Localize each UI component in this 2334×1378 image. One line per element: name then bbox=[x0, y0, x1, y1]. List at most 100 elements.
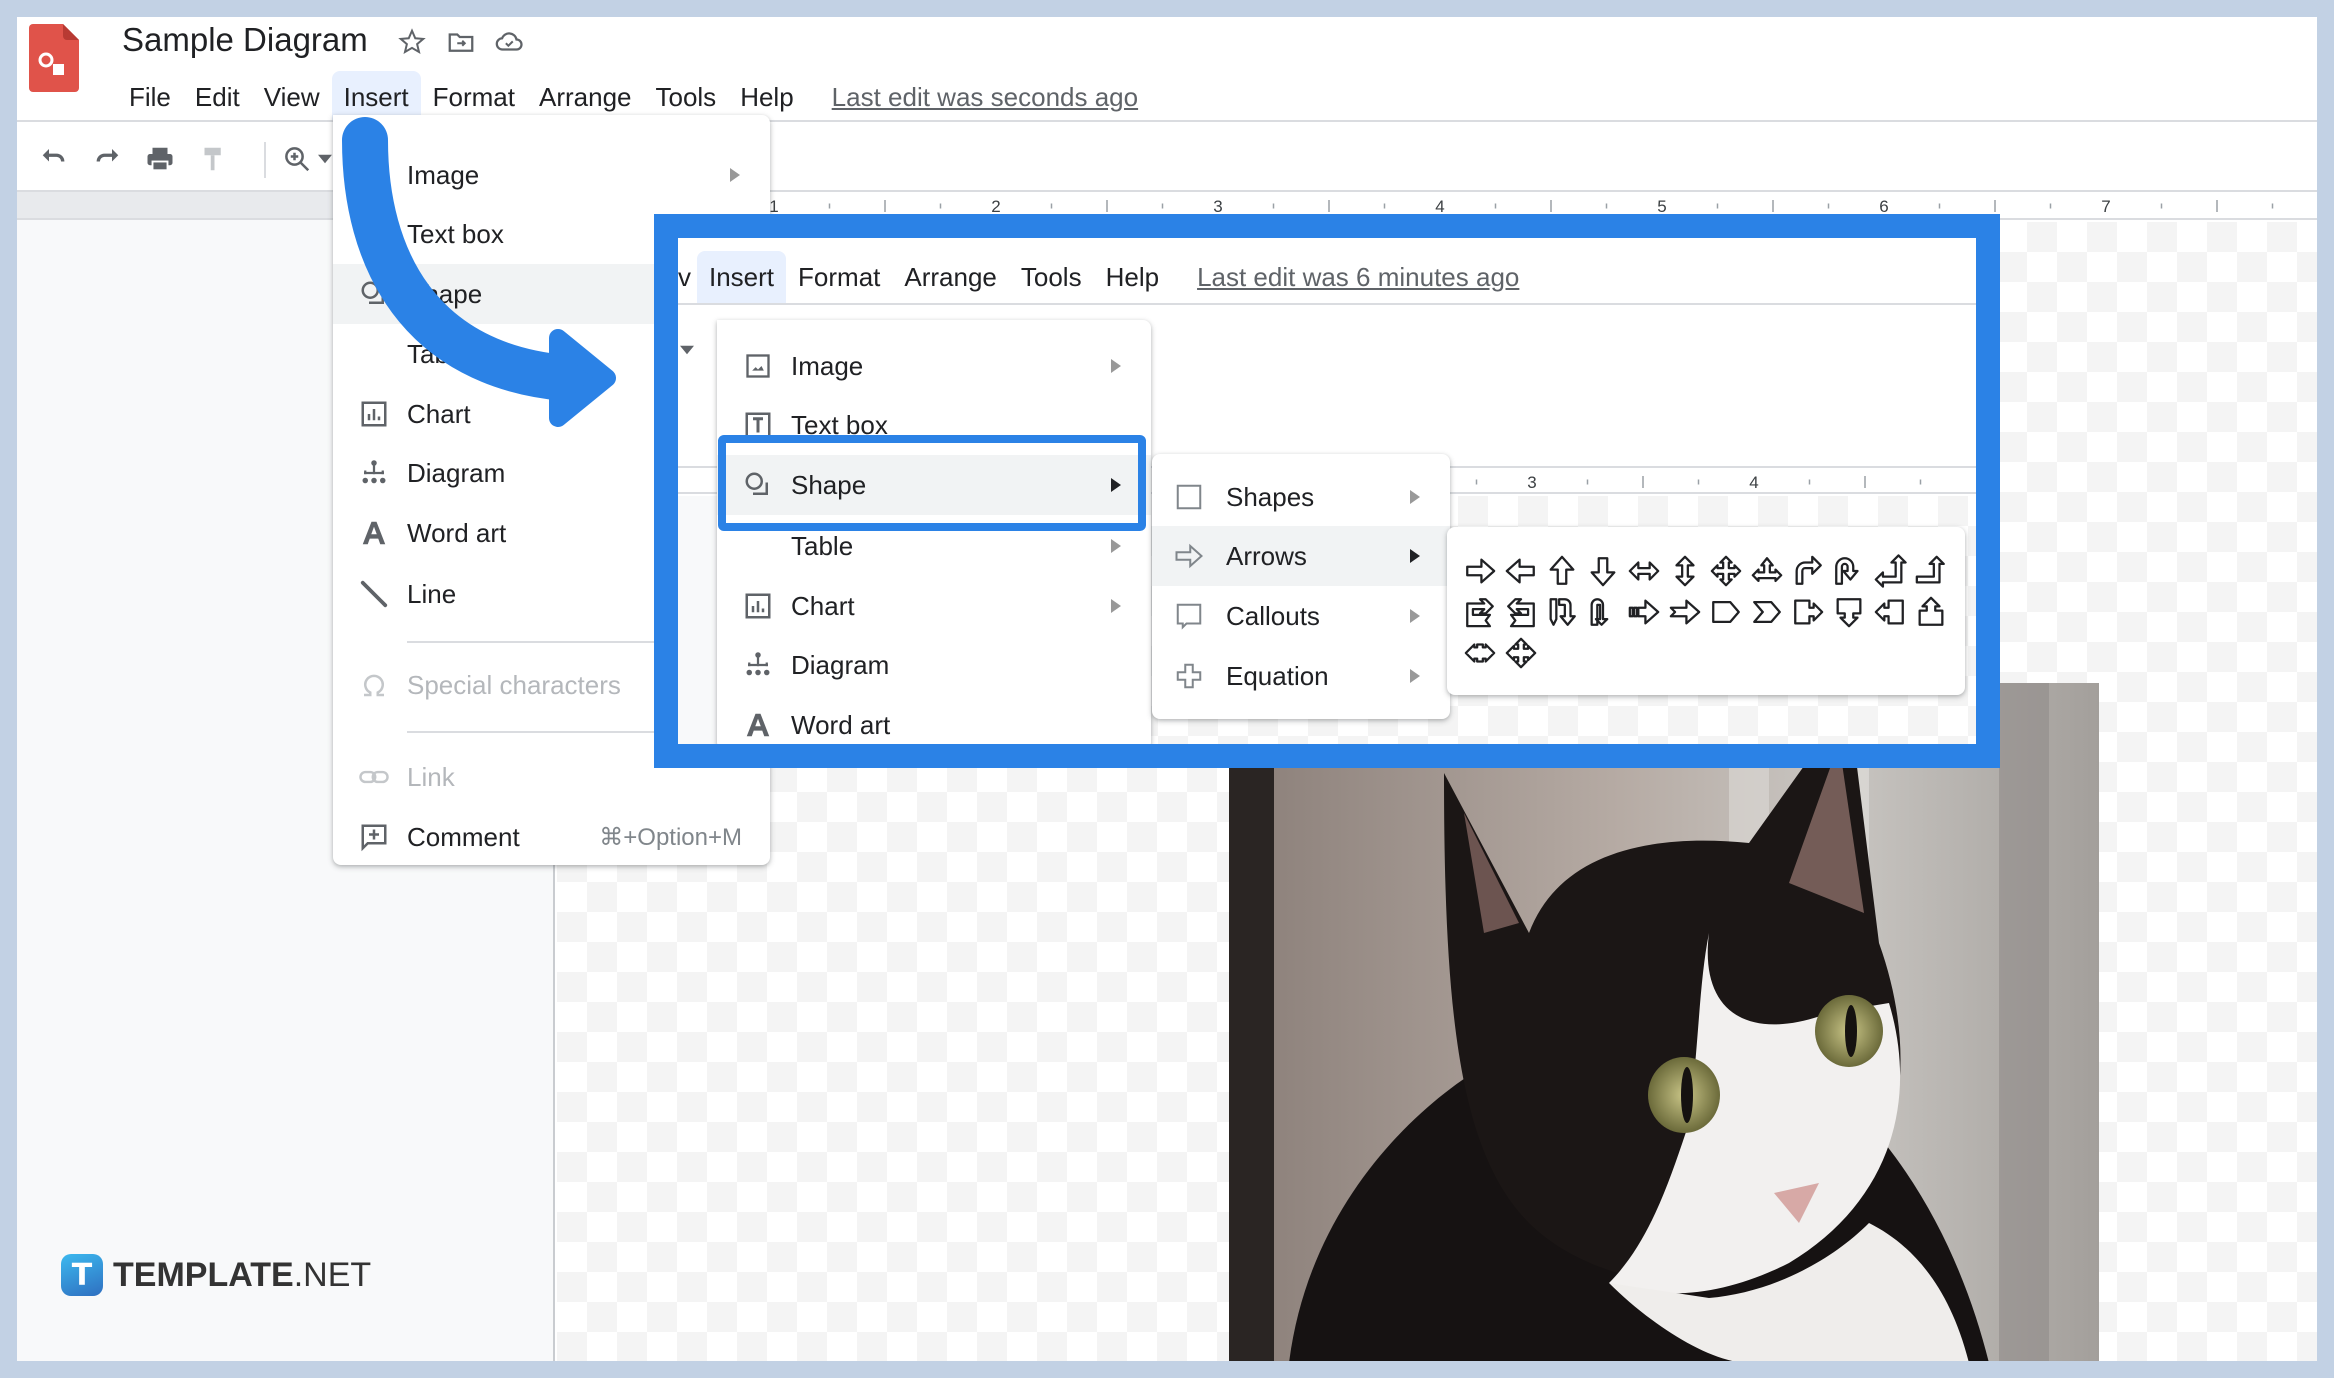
inset-header-divider bbox=[678, 303, 1976, 305]
left-right-up-arrow-shape-icon[interactable] bbox=[1750, 554, 1784, 588]
zoom-dropdown-icon[interactable] bbox=[318, 152, 332, 166]
cloud-status-icon[interactable] bbox=[494, 27, 524, 57]
quad-arrow-shape-icon[interactable] bbox=[1709, 554, 1743, 588]
left-right-arrow-shape-icon[interactable] bbox=[1627, 554, 1661, 588]
left-arrow-callout-shape-icon[interactable] bbox=[1873, 595, 1907, 629]
template-net-badge-icon: T bbox=[61, 1254, 103, 1296]
submenu-arrow-icon bbox=[1111, 539, 1121, 553]
curved-down-arrow-shape-icon[interactable] bbox=[1545, 595, 1579, 629]
redo-icon[interactable] bbox=[90, 144, 124, 174]
submenu-arrow-icon bbox=[1111, 599, 1121, 613]
arrow-outline-icon bbox=[1172, 539, 1206, 573]
link-icon bbox=[357, 760, 391, 794]
comment-icon bbox=[357, 820, 391, 854]
cat-photo[interactable] bbox=[1229, 683, 2099, 1361]
inset-menu-help[interactable]: Help bbox=[1094, 251, 1171, 303]
bent-up-arrow-shape-icon[interactable] bbox=[1914, 554, 1948, 588]
submenu-arrow-icon bbox=[1410, 490, 1420, 504]
up-arrow-shape-icon[interactable] bbox=[1545, 554, 1579, 588]
chevron-shape-icon[interactable] bbox=[1750, 595, 1784, 629]
left-right-arrow-callout-shape-icon[interactable] bbox=[1463, 636, 1497, 670]
app-window: Sample Diagram File Edit View Insert For… bbox=[17, 17, 2317, 1361]
submenu-arrow-icon bbox=[1111, 359, 1121, 373]
zoom-icon[interactable] bbox=[280, 144, 314, 174]
shape-submenu-item-shapes[interactable]: Shapes bbox=[1152, 467, 1450, 527]
inset-content: v Insert Format Arrange Tools Help Last … bbox=[678, 238, 1976, 744]
curved-left-arrow-shape-icon[interactable] bbox=[1504, 595, 1538, 629]
shape-submenu-item-arrows[interactable]: Arrows bbox=[1152, 526, 1450, 586]
line-icon bbox=[357, 577, 391, 611]
pentagon-shape-icon[interactable] bbox=[1709, 595, 1743, 629]
square-icon bbox=[1172, 480, 1206, 514]
last-edit-status-link[interactable]: Last edit was seconds ago bbox=[832, 82, 1138, 113]
word-art-icon bbox=[741, 708, 775, 742]
submenu-arrow-icon bbox=[730, 168, 740, 182]
left-up-arrow-shape-icon[interactable] bbox=[1873, 554, 1907, 588]
submenu-arrow-icon bbox=[1410, 609, 1420, 623]
inset-menu-insert[interactable]: Insert bbox=[697, 251, 787, 303]
slides-drawing-logo-icon[interactable] bbox=[29, 24, 79, 92]
right-arrow-shape-icon[interactable] bbox=[1463, 554, 1497, 588]
down-arrow-shape-icon[interactable] bbox=[1586, 554, 1620, 588]
move-to-folder-icon[interactable] bbox=[446, 27, 476, 57]
chart-icon bbox=[357, 397, 391, 431]
inset-menu-item-word-art[interactable]: Word art bbox=[717, 695, 1151, 744]
insert-menu-item-image[interactable]: Image bbox=[333, 145, 770, 205]
inset-zoom-dropdown-icon[interactable] bbox=[680, 343, 694, 357]
plus-outline-icon bbox=[1172, 659, 1206, 693]
submenu-arrow-icon bbox=[1410, 549, 1420, 563]
inset-menu-tools[interactable]: Tools bbox=[1009, 251, 1094, 303]
print-icon[interactable] bbox=[143, 144, 177, 174]
inset-menu-view-partial[interactable]: v bbox=[678, 251, 697, 303]
comment-shortcut: ⌘+Option+M bbox=[599, 823, 742, 851]
up-down-arrow-shape-icon[interactable] bbox=[1668, 554, 1702, 588]
document-title[interactable]: Sample Diagram bbox=[122, 21, 368, 59]
insert-menu-item-comment[interactable]: Comment ⌘+Option+M bbox=[333, 807, 770, 867]
image-icon bbox=[741, 349, 775, 383]
star-icon[interactable] bbox=[397, 27, 427, 57]
chart-icon bbox=[741, 589, 775, 623]
curved-up-arrow-shape-icon[interactable] bbox=[1586, 595, 1620, 629]
template-net-wordmark: TEMPLATE.NET bbox=[113, 1255, 372, 1294]
submenu-arrow-icon bbox=[1410, 669, 1420, 683]
striped-right-arrow-shape-icon[interactable] bbox=[1627, 595, 1661, 629]
inset-menu-format[interactable]: Format bbox=[786, 251, 892, 303]
paint-format-icon[interactable] bbox=[195, 144, 229, 174]
word-art-icon bbox=[357, 516, 391, 550]
notched-right-arrow-shape-icon[interactable] bbox=[1668, 595, 1702, 629]
undo-icon[interactable] bbox=[37, 144, 71, 174]
shape-icon bbox=[357, 277, 391, 311]
zoomed-inset-callout: v Insert Format Arrange Tools Help Last … bbox=[654, 214, 2000, 768]
menu-file[interactable]: File bbox=[117, 71, 183, 123]
menu-view[interactable]: View bbox=[252, 71, 332, 123]
inset-menu-item-diagram[interactable]: Diagram bbox=[717, 635, 1151, 695]
shape-submenu: Shapes Arrows Callouts Equation bbox=[1152, 454, 1450, 719]
toolbar-separator bbox=[264, 142, 266, 178]
shape-item-highlight-box bbox=[718, 435, 1146, 531]
diagram-icon bbox=[741, 648, 775, 682]
right-arrow-callout-shape-icon[interactable] bbox=[1791, 595, 1825, 629]
left-arrow-shape-icon[interactable] bbox=[1504, 554, 1538, 588]
inset-insert-menu: Image Text box Shape Table Chart Diagram… bbox=[717, 320, 1151, 744]
inset-menu-item-image[interactable]: Image bbox=[717, 336, 1151, 396]
inset-menu-bar: v Insert Format Arrange Tools Help Last … bbox=[678, 251, 1519, 303]
ruler-label: 7 bbox=[2101, 197, 2110, 216]
shape-submenu-item-callouts[interactable]: Callouts bbox=[1152, 586, 1450, 646]
quad-arrow-callout-shape-icon[interactable] bbox=[1504, 636, 1538, 670]
diagram-icon bbox=[357, 456, 391, 490]
arrows-shape-palette bbox=[1447, 527, 1965, 695]
menu-edit[interactable]: Edit bbox=[183, 71, 252, 123]
inset-menu-item-chart[interactable]: Chart bbox=[717, 576, 1151, 636]
inset-menu-arrange[interactable]: Arrange bbox=[892, 251, 1009, 303]
bent-arrow-shape-icon[interactable] bbox=[1791, 554, 1825, 588]
up-arrow-callout-shape-icon[interactable] bbox=[1914, 595, 1948, 629]
inset-last-edit-status-link[interactable]: Last edit was 6 minutes ago bbox=[1197, 262, 1519, 293]
curved-right-arrow-shape-icon[interactable] bbox=[1463, 595, 1497, 629]
callout-icon bbox=[1172, 599, 1206, 633]
ruler-label: 3 bbox=[1527, 473, 1536, 492]
shape-submenu-item-equation[interactable]: Equation bbox=[1152, 646, 1450, 706]
u-turn-arrow-shape-icon[interactable] bbox=[1832, 554, 1866, 588]
down-arrow-callout-shape-icon[interactable] bbox=[1832, 595, 1866, 629]
ruler-label: 4 bbox=[1749, 473, 1758, 492]
cat-photo-illustration bbox=[1229, 683, 2099, 1361]
